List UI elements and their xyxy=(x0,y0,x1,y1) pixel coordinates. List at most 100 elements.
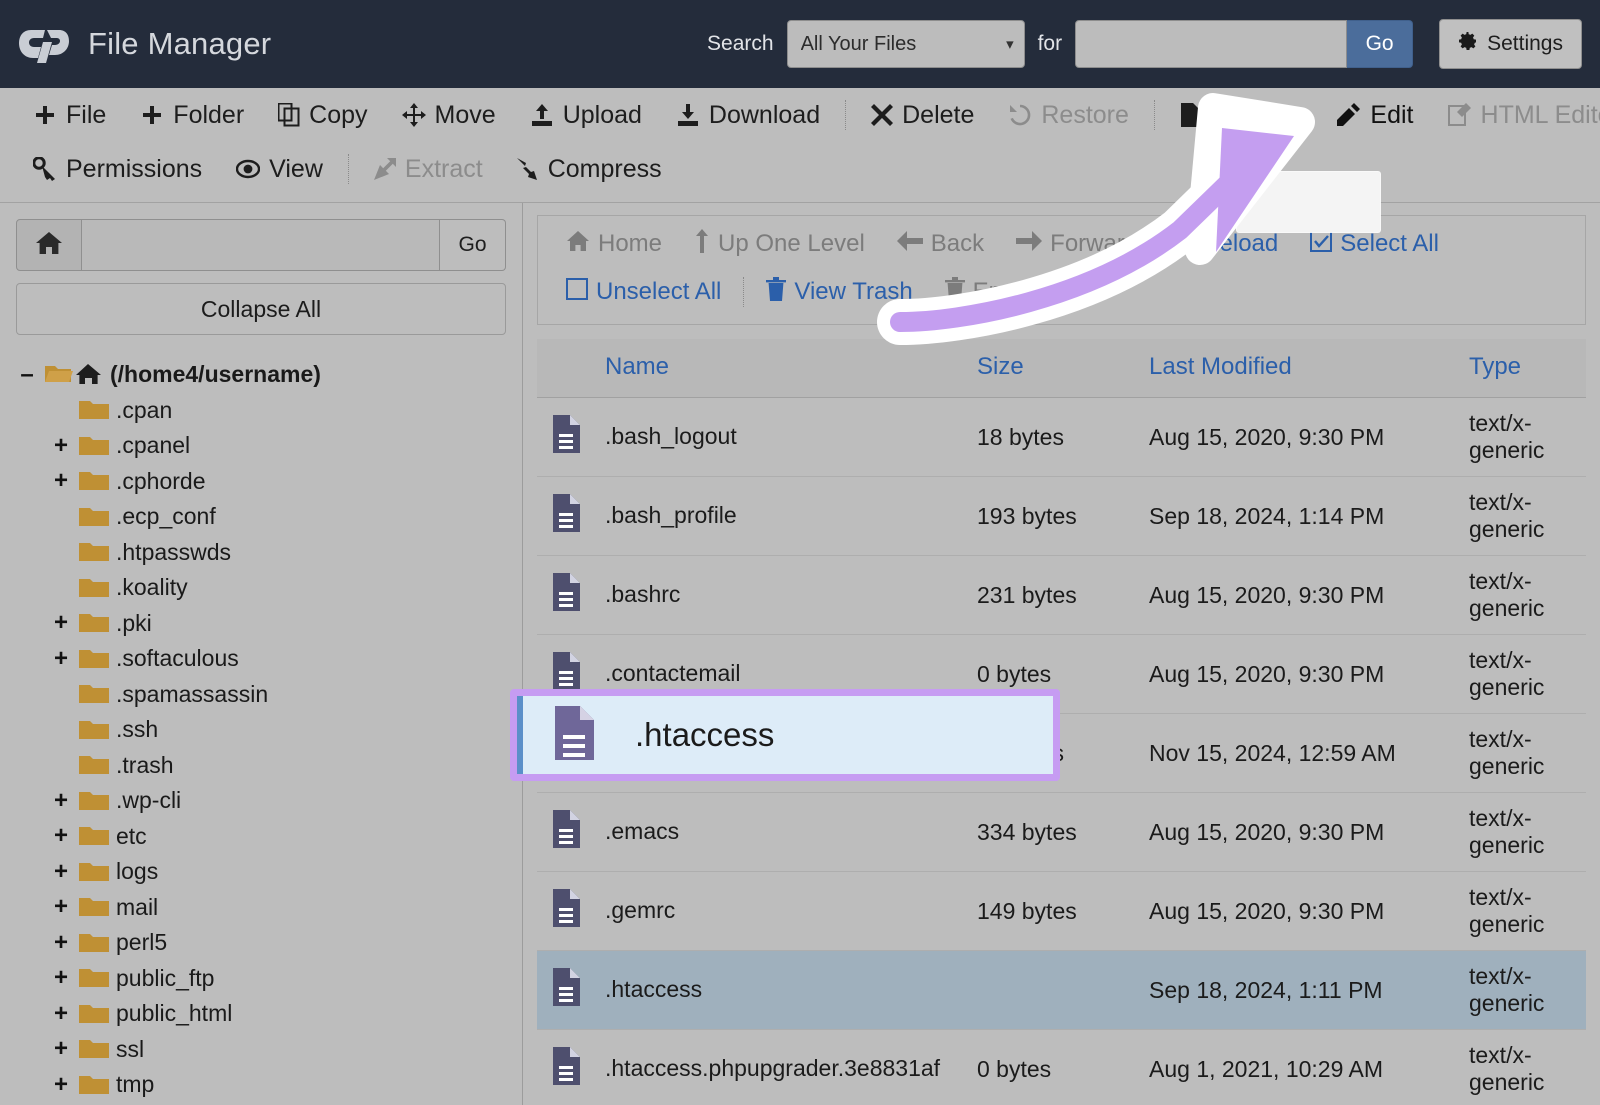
nav-button-view-trash[interactable]: View Trash xyxy=(750,273,928,312)
collapse-all-button[interactable]: Collapse All xyxy=(16,283,506,335)
file-type-cell: text/x-generic xyxy=(1463,635,1586,714)
folder-open-home-icon xyxy=(45,362,103,388)
expand-plus-icon[interactable]: + xyxy=(50,647,72,671)
table-row[interactable]: .bashrc231 bytesAug 15, 2020, 9:30 PMtex… xyxy=(537,556,1586,635)
expand-plus-icon[interactable]: + xyxy=(50,895,72,919)
file-size-cell: 149 bytes xyxy=(971,872,1143,951)
tree-item-ssh[interactable]: +.ssh xyxy=(16,712,506,748)
extract-icon xyxy=(374,158,396,180)
expand-plus-icon[interactable]: + xyxy=(50,966,72,990)
tree-item-trash[interactable]: +.trash xyxy=(16,748,506,784)
file-name-cell: .contactemail xyxy=(599,635,971,714)
tree-item-label: .cpan xyxy=(116,397,172,424)
table-row[interactable]: .contactemail0 bytesAug 15, 2020, 9:30 P… xyxy=(537,635,1586,714)
tree-item-koality[interactable]: +.koality xyxy=(16,570,506,606)
file-type-cell: text/x-generic xyxy=(1463,556,1586,635)
toolbar-button-upload[interactable]: Upload xyxy=(513,95,659,136)
toolbar-button-view[interactable]: View xyxy=(219,149,340,190)
expand-plus-icon[interactable]: + xyxy=(50,824,72,848)
folder-icon xyxy=(79,824,109,848)
nav-button-unselect-all[interactable]: Unselect All xyxy=(550,274,737,311)
tree-item-label: .cphorde xyxy=(116,468,206,495)
search-label: Search xyxy=(707,32,774,56)
column-header-name[interactable]: Name xyxy=(599,339,971,398)
tree-item-spamassassin[interactable]: +.spamassassin xyxy=(16,677,506,713)
file-name-cell: .bash_logout xyxy=(599,398,971,477)
tree-item-perl5[interactable]: +perl5 xyxy=(16,925,506,961)
nav-button-label: Forward xyxy=(1050,230,1138,258)
toolbar-button-rename[interactable]: Rename xyxy=(1163,95,1321,136)
file-icon-cell xyxy=(537,951,599,1030)
toolbar-button-file[interactable]: File xyxy=(16,95,123,136)
file-size-cell: 193 bytes xyxy=(971,477,1143,556)
folder-icon xyxy=(79,753,109,777)
sidebar-home-button[interactable] xyxy=(16,219,82,271)
table-row[interactable]: .bash_profile193 bytesSep 18, 2024, 1:14… xyxy=(537,477,1586,556)
toolbar-button-delete[interactable]: Delete xyxy=(854,95,991,136)
tree-item-mail[interactable]: +mail xyxy=(16,890,506,926)
expand-plus-icon[interactable]: + xyxy=(50,789,72,813)
expand-plus-icon[interactable]: + xyxy=(50,1002,72,1026)
table-row[interactable]: .htaccess.phpupgrader.3e8831af0 bytesAug… xyxy=(537,1030,1586,1105)
expand-plus-icon[interactable]: + xyxy=(50,469,72,493)
tree-item-softaculous[interactable]: +.softaculous xyxy=(16,641,506,677)
tree-item-htpasswds[interactable]: +.htpasswds xyxy=(16,535,506,571)
toolbar-button-label: File xyxy=(66,101,106,130)
collapse-minus-icon[interactable]: – xyxy=(16,363,38,387)
tree-item-ssl[interactable]: +ssl xyxy=(16,1032,506,1068)
tree-item-logs[interactable]: +logs xyxy=(16,854,506,890)
tree-item-pki[interactable]: +.pki xyxy=(16,606,506,642)
column-header-size[interactable]: Size xyxy=(971,339,1143,398)
table-row[interactable]: .emacs334 bytesAug 15, 2020, 9:30 PMtext… xyxy=(537,793,1586,872)
file-modified-cell: Aug 15, 2020, 9:30 PM xyxy=(1143,635,1463,714)
toolbar-button-download[interactable]: Download xyxy=(659,95,837,136)
nav-button-home: Home xyxy=(550,226,678,263)
search-input[interactable] xyxy=(1075,20,1347,68)
toolbar-button-permissions[interactable]: Permissions xyxy=(16,149,219,190)
table-row[interactable]: .dns16 bytesNov 15, 2024, 12:59 AMtext/x… xyxy=(537,714,1586,793)
toolbar-button-label: Folder xyxy=(173,101,244,130)
tree-item-home4username[interactable]: –(/home4/username) xyxy=(16,357,506,393)
toolbar-button-move[interactable]: Move xyxy=(385,95,513,136)
toolbar-button-edit[interactable]: Edit xyxy=(1320,95,1430,136)
column-header-type[interactable]: Type xyxy=(1463,339,1586,398)
restore-icon xyxy=(1008,103,1032,127)
tree-item-public_html[interactable]: +public_html xyxy=(16,996,506,1032)
table-row[interactable]: .htaccessSep 18, 2024, 1:11 PMtext/x-gen… xyxy=(537,951,1586,1030)
tree-item-cpan[interactable]: +.cpan xyxy=(16,393,506,429)
table-row[interactable]: .gemrc149 bytesAug 15, 2020, 9:30 PMtext… xyxy=(537,872,1586,951)
tree-item-tmp[interactable]: + tmp xyxy=(16,1067,506,1103)
table-row[interactable]: .bash_logout18 bytesAug 15, 2020, 9:30 P… xyxy=(537,398,1586,477)
expand-plus-icon[interactable]: + xyxy=(50,434,72,458)
search-go-button[interactable]: Go xyxy=(1347,20,1413,68)
toolbar-button-compress[interactable]: Compress xyxy=(500,149,679,190)
tree-item-label: tmp xyxy=(116,1071,154,1098)
eye-icon xyxy=(236,158,260,180)
toolbar-button-folder[interactable]: Folder xyxy=(123,95,261,136)
settings-button[interactable]: Settings xyxy=(1439,19,1582,69)
copy-icon xyxy=(278,103,300,127)
tree-item-wp-cli[interactable]: +.wp-cli xyxy=(16,783,506,819)
tree-item-cphorde[interactable]: + .cphorde xyxy=(16,464,506,500)
trash-icon xyxy=(945,277,965,308)
tree-item-ecp_conf[interactable]: +.ecp_conf xyxy=(16,499,506,535)
file-name-cell: .htaccess xyxy=(599,951,971,1030)
file-icon-cell xyxy=(537,872,599,951)
search-scope-select[interactable]: All Your Files xyxy=(787,20,1025,68)
expand-plus-icon[interactable]: + xyxy=(50,1073,72,1097)
expand-plus-icon[interactable]: + xyxy=(50,931,72,955)
tree-item-public_ftp[interactable]: +public_ftp xyxy=(16,961,506,997)
expand-plus-icon[interactable]: + xyxy=(50,860,72,884)
expand-plus-icon[interactable]: + xyxy=(50,1037,72,1061)
download-icon xyxy=(676,103,700,127)
tree-item-cpanel[interactable]: +.cpanel xyxy=(16,428,506,464)
column-header-last-modified[interactable]: Last Modified xyxy=(1143,339,1463,398)
toolbar-button-copy[interactable]: Copy xyxy=(261,95,384,136)
file-table-head: Name Size Last Modified Type xyxy=(537,339,1586,398)
reload-icon xyxy=(1170,229,1194,260)
file-icon-cell xyxy=(537,477,599,556)
path-input[interactable] xyxy=(82,219,440,271)
tree-item-etc[interactable]: +etc xyxy=(16,819,506,855)
path-go-button[interactable]: Go xyxy=(440,219,506,271)
expand-plus-icon[interactable]: + xyxy=(50,611,72,635)
